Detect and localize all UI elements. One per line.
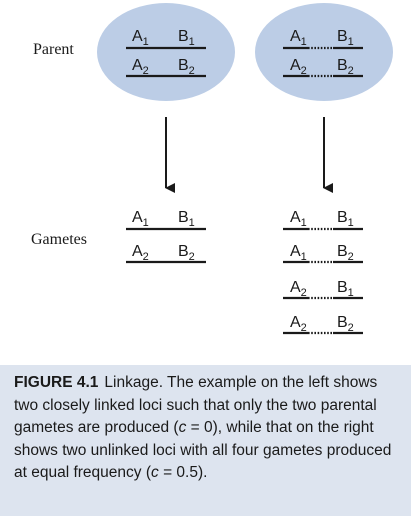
allele-label: B1 [178,209,195,229]
allele-label: B1 [337,279,354,299]
allele-label: A1 [132,209,149,229]
allele-label: A2 [290,314,307,334]
allele-label: B2 [337,314,354,334]
allele-label: A2 [290,279,307,299]
allele-label: A2 [132,243,149,263]
diagram-svg: A1 B1 A2 B2 A1 B1 A2 B2 A1 B1 A2 B2 A1 B… [97,3,393,335]
linkage-diagram: Parent Gametes A1 B1 A2 B2 A1 B1 A2 B2 A… [0,0,411,365]
figure-caption: FIGURE 4.1 Linkage. The example on the le… [14,372,400,485]
parent-right-ellipse [255,3,393,101]
allele-label: B2 [337,243,354,263]
parent-left-ellipse [97,3,235,101]
allele-label: A1 [290,209,307,229]
figure-label: FIGURE 4.1 [14,374,99,391]
allele-label: B1 [337,209,354,229]
allele-label: B2 [178,243,195,263]
caption-text: = 0.5). [158,464,208,481]
figure-caption-box: FIGURE 4.1 Linkage. The example on the le… [0,365,411,516]
variable-c: c [151,464,159,481]
allele-label: A1 [290,243,307,263]
